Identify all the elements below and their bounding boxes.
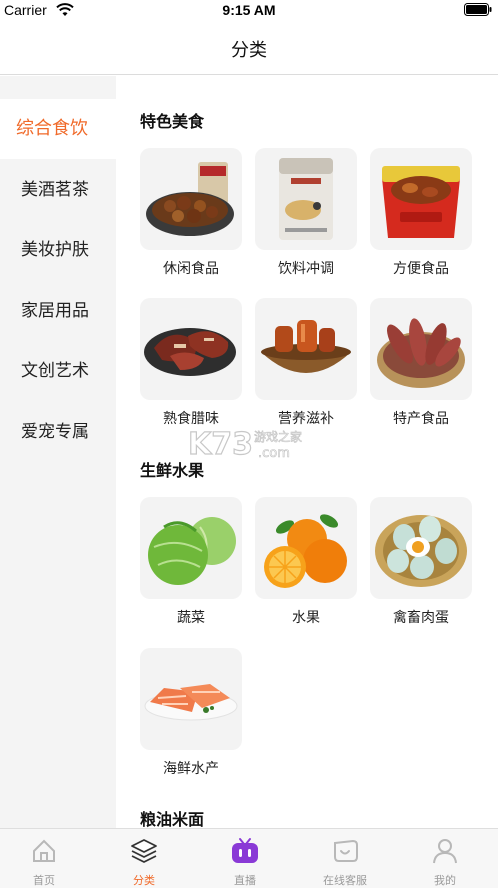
sidebar-item-wine-tea[interactable]: 美酒茗茶: [0, 160, 116, 220]
home-icon: [33, 839, 55, 862]
page-title: 分类: [231, 40, 267, 61]
tile-label: 熟食腊味: [163, 411, 219, 427]
tile-label: 蔬菜: [177, 610, 205, 626]
section-title-grain-oil: 粮油米面: [140, 810, 205, 828]
tab-online-service[interactable]: 在线客服: [295, 829, 395, 888]
category-sidebar: 综合食饮 美酒茗茶 美妆护肤 家居用品 文创艺术 爱宠专属: [0, 76, 116, 828]
tab-live[interactable]: 直播: [195, 829, 295, 888]
orange-fruit-image: [255, 497, 357, 599]
category-tile-nutrition[interactable]: 营养滋补: [255, 298, 357, 428]
duck-eggs-basket-image: [370, 497, 472, 599]
category-tile-drinks[interactable]: 饮料冲调: [255, 148, 357, 278]
sidebar-item-pets[interactable]: 爱宠专属: [0, 402, 116, 462]
cabbage-image: [140, 497, 242, 599]
tile-label: 特产食品: [393, 411, 449, 427]
chat-service-icon: [334, 839, 358, 862]
tab-label: 直播: [234, 874, 256, 887]
watermark-logo: K73 游戏之家 .com: [188, 426, 302, 462]
sidebar-item-beauty[interactable]: 美妆护肤: [0, 220, 116, 280]
category-tile-cured-meat[interactable]: 熟食腊味: [140, 298, 242, 428]
jelly-dessert-bowl-image: [255, 298, 357, 400]
tile-label: 方便食品: [393, 261, 449, 277]
nav-bar: 分类: [0, 22, 498, 75]
category-tile-vegetables[interactable]: 蔬菜: [140, 497, 242, 627]
status-bar: Carrier 9:15 AM: [0, 0, 498, 22]
tab-bar: 首页 分类 直播 在线客服 我的: [0, 828, 498, 888]
profile-icon: [433, 839, 457, 864]
tile-label: 休闲食品: [163, 261, 219, 277]
category-tile-local-specialty[interactable]: 特产食品: [370, 298, 472, 428]
category-tile-instant-food[interactable]: 方便食品: [370, 148, 472, 278]
category-tile-fruit[interactable]: 水果: [255, 497, 357, 627]
tab-category[interactable]: 分类: [94, 829, 194, 888]
sidebar-item-art[interactable]: 文创艺术: [0, 341, 116, 401]
category-layers-icon: [131, 839, 157, 863]
battery-icon: [464, 3, 492, 16]
oat-drink-package-image: [255, 148, 357, 250]
jerky-snack-image: [140, 148, 242, 250]
category-tile-seafood[interactable]: 海鲜水产: [140, 648, 242, 778]
status-time: 9:15 AM: [222, 2, 276, 18]
tile-label: 营养滋补: [278, 411, 334, 427]
svg-text:K73: K73: [188, 427, 253, 462]
tile-label: 水果: [292, 610, 320, 626]
tab-label: 我的: [434, 874, 456, 887]
tile-label: 饮料冲调: [278, 261, 334, 277]
cured-meat-image: [140, 298, 242, 400]
tv-live-icon: [232, 838, 258, 863]
sweet-potato-basket-image: [370, 298, 472, 400]
tab-label: 在线客服: [323, 874, 367, 887]
tab-label: 分类: [133, 874, 155, 887]
sidebar-item-comprehensive-food[interactable]: 综合食饮: [0, 99, 116, 159]
tab-home[interactable]: 首页: [0, 829, 94, 888]
svg-text:游戏之家: 游戏之家: [254, 429, 302, 444]
tab-profile[interactable]: 我的: [395, 829, 495, 888]
instant-noodle-bowl-image: [370, 148, 472, 250]
salmon-plate-image: [140, 648, 242, 750]
category-tile-meat-eggs[interactable]: 禽畜肉蛋: [370, 497, 472, 627]
category-tile-snacks[interactable]: 休闲食品: [140, 148, 242, 278]
tile-label: 禽畜肉蛋: [393, 610, 449, 626]
sidebar-item-home-goods[interactable]: 家居用品: [0, 281, 116, 341]
svg-text:.com: .com: [258, 446, 290, 461]
tile-label: 海鲜水产: [163, 761, 219, 777]
section-title-specialty-food: 特色美食: [140, 112, 205, 131]
tab-label: 首页: [33, 874, 55, 887]
